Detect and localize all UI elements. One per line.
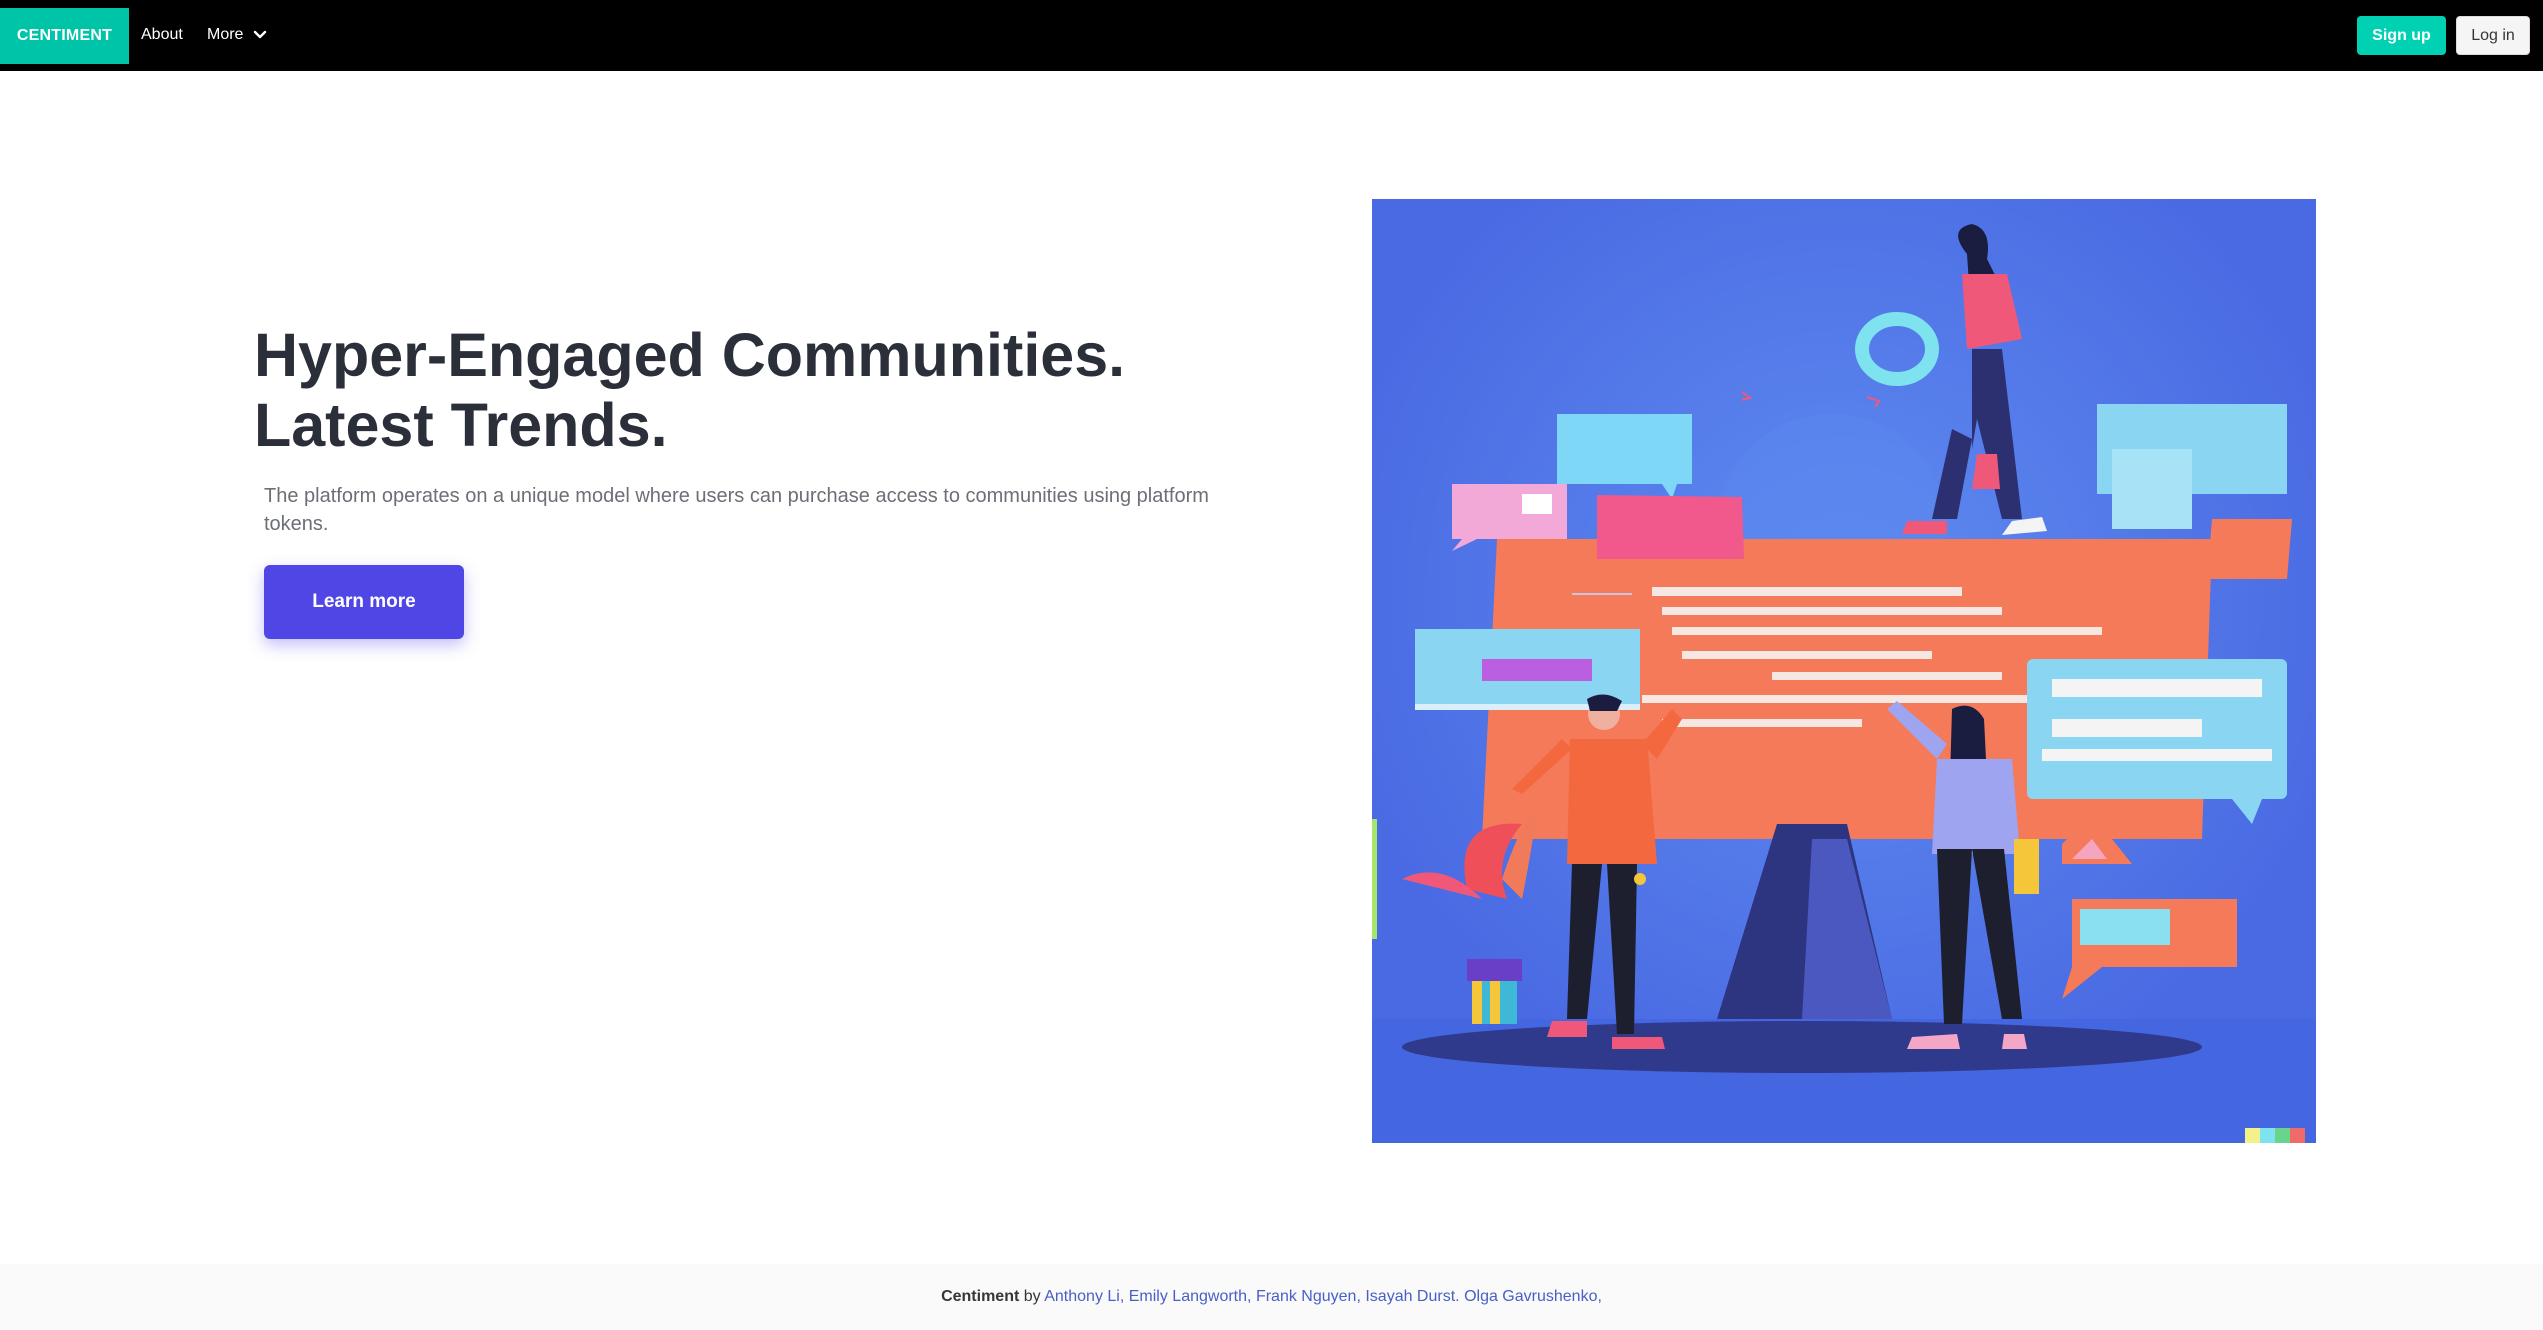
- author-link[interactable]: Frank Nguyen: [1256, 1288, 1357, 1305]
- navbar: CENTIMENT About More Sign up Log in: [0, 0, 2543, 71]
- hero-description: The platform operates on a unique model …: [264, 485, 1209, 535]
- author-link[interactable]: Emily Langworth: [1129, 1288, 1247, 1305]
- login-button[interactable]: Log in: [2456, 16, 2530, 55]
- footer: Centiment by Anthony Li, Emily Langworth…: [0, 1264, 2543, 1330]
- nav-more-dropdown[interactable]: More: [207, 20, 267, 50]
- author-link[interactable]: Anthony Li: [1044, 1288, 1120, 1305]
- hero-title-line-1: Hyper-Engaged Communities.: [254, 321, 1126, 389]
- footer-by: by: [1023, 1288, 1041, 1305]
- nav-more-label: More: [207, 26, 244, 43]
- hero-title-line-2: Latest Trends.: [254, 391, 668, 459]
- signup-button[interactable]: Sign up: [2357, 16, 2446, 55]
- author-link[interactable]: Olga Gavrushenko: [1464, 1288, 1597, 1305]
- chevron-down-icon: [254, 30, 267, 39]
- brand-logo[interactable]: CENTIMENT: [0, 8, 129, 64]
- nav-about[interactable]: About: [141, 20, 183, 50]
- author-link[interactable]: Isayah Durst: [1365, 1288, 1455, 1305]
- hero-title: Hyper-Engaged Communities. Latest Trends…: [254, 320, 1125, 460]
- footer-brand: Centiment: [941, 1288, 1020, 1305]
- hero-illustration: [1372, 199, 2316, 1143]
- nav-about-label: About: [141, 26, 183, 43]
- learn-more-button[interactable]: Learn more: [264, 565, 464, 639]
- community-chat-illustration: [1372, 199, 2316, 1143]
